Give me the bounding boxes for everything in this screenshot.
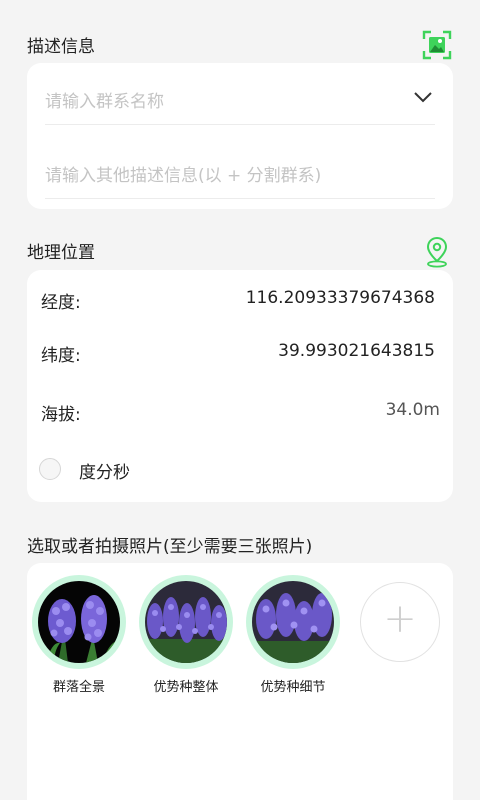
photo-caption-detail: 优势种细节 <box>260 680 326 695</box>
longitude-value: 116.20933379674368 <box>245 288 435 308</box>
longitude-label: 经度: <box>41 293 81 313</box>
dms-radio[interactable] <box>39 458 61 480</box>
photo-dominant-species-detail[interactable] <box>246 575 340 669</box>
chevron-down-icon[interactable] <box>413 89 433 109</box>
location-pin-icon[interactable] <box>425 236 449 268</box>
photo-caption-panorama: 群落全景 <box>52 680 105 695</box>
location-card: 经度: 116.20933379674368 纬度: 39.9930216438… <box>27 270 453 502</box>
location-title: 地理位置 <box>27 243 95 263</box>
photo-caption-overall: 优势种整体 <box>153 680 219 695</box>
plus-icon: + <box>383 596 417 642</box>
photos-title: 选取或者拍摄照片(至少需要三张照片) <box>27 537 313 557</box>
other-info-input[interactable]: 请输入其他描述信息(以 + 分割群系) <box>45 161 435 199</box>
photos-card: 群落全景 优势种整体 优势种细节 + <box>27 563 453 800</box>
latitude-value: 39.993021643815 <box>278 341 435 361</box>
image-scan-icon[interactable] <box>422 30 452 60</box>
description-card: 请输入群系名称 请输入其他描述信息(以 + 分割群系) <box>27 63 453 209</box>
latitude-row: 纬度: 39.993021643815 <box>41 341 435 366</box>
hyacinth-image <box>38 581 120 663</box>
longitude-row: 经度: 116.20933379674368 <box>41 288 435 313</box>
hyacinth-image <box>145 581 227 663</box>
altitude-value: 34.0m <box>385 400 440 420</box>
group-name-placeholder: 请输入群系名称 <box>45 92 164 112</box>
add-photo-button[interactable]: + <box>360 582 440 662</box>
altitude-row: 海拔: 34.0m <box>41 400 440 425</box>
photo-dominant-species-overall[interactable] <box>139 575 233 669</box>
photo-community-panorama[interactable] <box>32 575 126 669</box>
hyacinth-image <box>252 581 334 663</box>
altitude-label: 海拔: <box>41 405 81 425</box>
group-name-select[interactable]: 请输入群系名称 <box>45 87 435 125</box>
dms-label[interactable]: 度分秒 <box>79 458 130 483</box>
description-title: 描述信息 <box>27 37 95 57</box>
other-info-placeholder: 请输入其他描述信息(以 + 分割群系) <box>45 166 322 186</box>
latitude-label: 纬度: <box>41 346 81 366</box>
